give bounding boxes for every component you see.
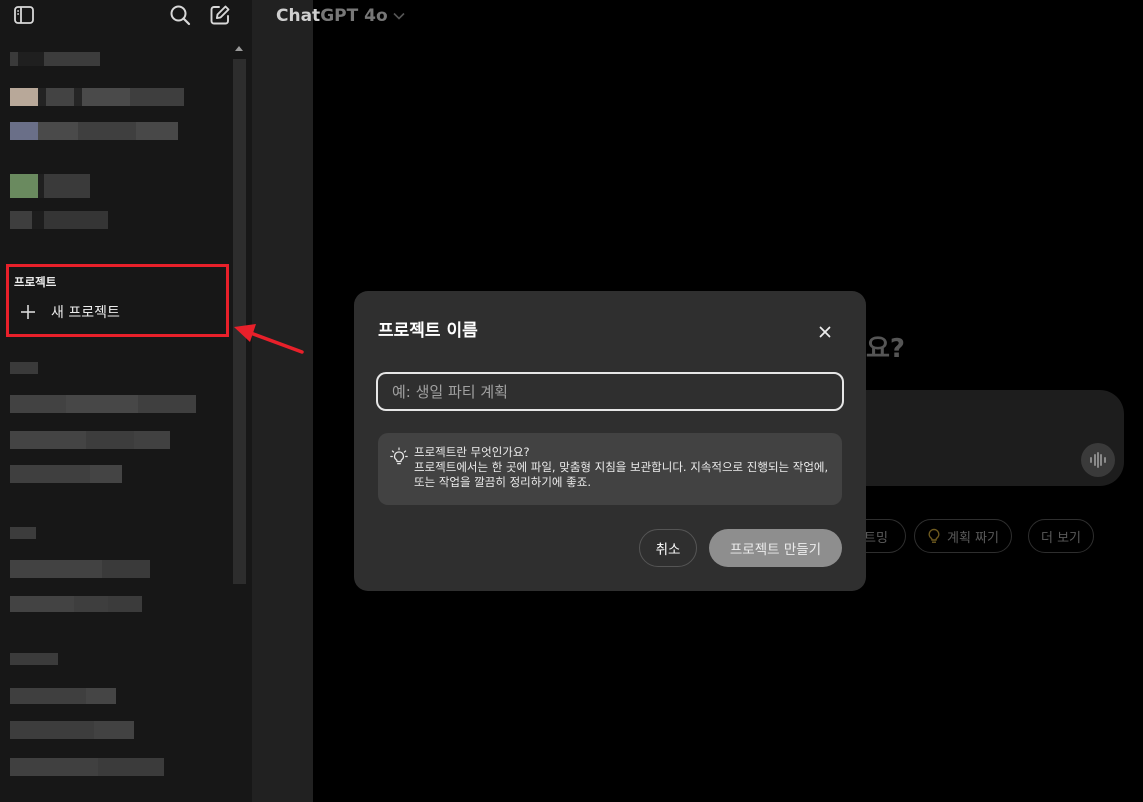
- projects-header: 프로젝트: [14, 275, 57, 289]
- model-title-visible: GPT 4o: [320, 6, 388, 26]
- list-item[interactable]: [10, 52, 100, 66]
- new-chat-icon[interactable]: [207, 2, 233, 28]
- chip-label: 계획 짜기: [947, 530, 999, 546]
- list-item[interactable]: [10, 174, 90, 198]
- info-text: 프로젝트란 무엇인가요? 프로젝트에서는 한 곳에 파일, 맞춤형 지침을 보관…: [414, 445, 834, 490]
- cancel-button[interactable]: 취소: [639, 529, 697, 567]
- list-item[interactable]: [10, 758, 164, 776]
- list-item[interactable]: [10, 596, 142, 612]
- sidebar-scrollbar[interactable]: [233, 44, 246, 584]
- list-item[interactable]: [10, 465, 122, 483]
- plus-icon: [19, 303, 37, 321]
- list-item[interactable]: [10, 721, 134, 739]
- annotation-arrow-icon: [234, 324, 304, 354]
- list-item[interactable]: [10, 688, 116, 704]
- sidebar-toolbar: [0, 0, 252, 30]
- sidebar-toggle-icon[interactable]: [11, 2, 37, 28]
- lightbulb-icon: [390, 447, 408, 467]
- model-title-hidden: Chat: [276, 6, 321, 26]
- list-item[interactable]: [10, 211, 108, 229]
- info-body: 프로젝트에서는 한 곳에 파일, 맞춤형 지침을 보관합니다. 지속적으로 진행…: [414, 460, 829, 489]
- projects-section-highlight: 프로젝트 새 프로젝트: [6, 264, 229, 337]
- create-project-button[interactable]: 프로젝트 만들기: [709, 529, 842, 567]
- chevron-down-icon: [393, 12, 405, 20]
- list-item[interactable]: [10, 88, 184, 106]
- dialog-title: 프로젝트 이름: [378, 321, 478, 341]
- section-label: [10, 527, 36, 539]
- new-project-button[interactable]: 새 프로젝트: [9, 297, 226, 327]
- section-label: [10, 653, 58, 665]
- project-name-input[interactable]: [376, 372, 844, 411]
- lightbulb-icon: [928, 528, 940, 543]
- project-info-box: 프로젝트란 무엇인가요? 프로젝트에서는 한 곳에 파일, 맞춤형 지침을 보관…: [378, 433, 842, 505]
- close-icon[interactable]: [814, 321, 836, 343]
- scroll-up-arrow-icon[interactable]: [235, 46, 243, 51]
- search-icon[interactable]: [167, 2, 193, 28]
- chip-label: 트밍: [864, 530, 888, 546]
- list-item[interactable]: [10, 431, 170, 449]
- info-title: 프로젝트란 무엇인가요?: [414, 445, 530, 459]
- section-label: [10, 362, 38, 374]
- waveform-icon: [1090, 452, 1106, 468]
- chip-plan[interactable]: 계획 짜기: [914, 519, 1012, 553]
- list-item[interactable]: [10, 122, 178, 140]
- sidebar: 프로젝트 새 프로젝트: [0, 0, 252, 802]
- voice-mode-button[interactable]: [1081, 443, 1115, 477]
- main-area-visible-strip: [252, 0, 313, 802]
- composer-box: [858, 390, 1124, 486]
- chip-more[interactable]: 더 보기: [1028, 519, 1095, 553]
- greeting-heading-tail: 요?: [866, 334, 906, 364]
- model-selector[interactable]: ChatGPT 4o: [276, 6, 405, 26]
- new-project-label: 새 프로젝트: [51, 305, 120, 321]
- list-item[interactable]: [10, 560, 150, 578]
- create-project-dialog: 프로젝트 이름 프로젝트란 무엇인가요? 프로젝트에서는 한 곳에 파일, 맞춤…: [354, 291, 866, 591]
- list-item[interactable]: [10, 395, 196, 413]
- chip-label: 더 보기: [1041, 530, 1082, 546]
